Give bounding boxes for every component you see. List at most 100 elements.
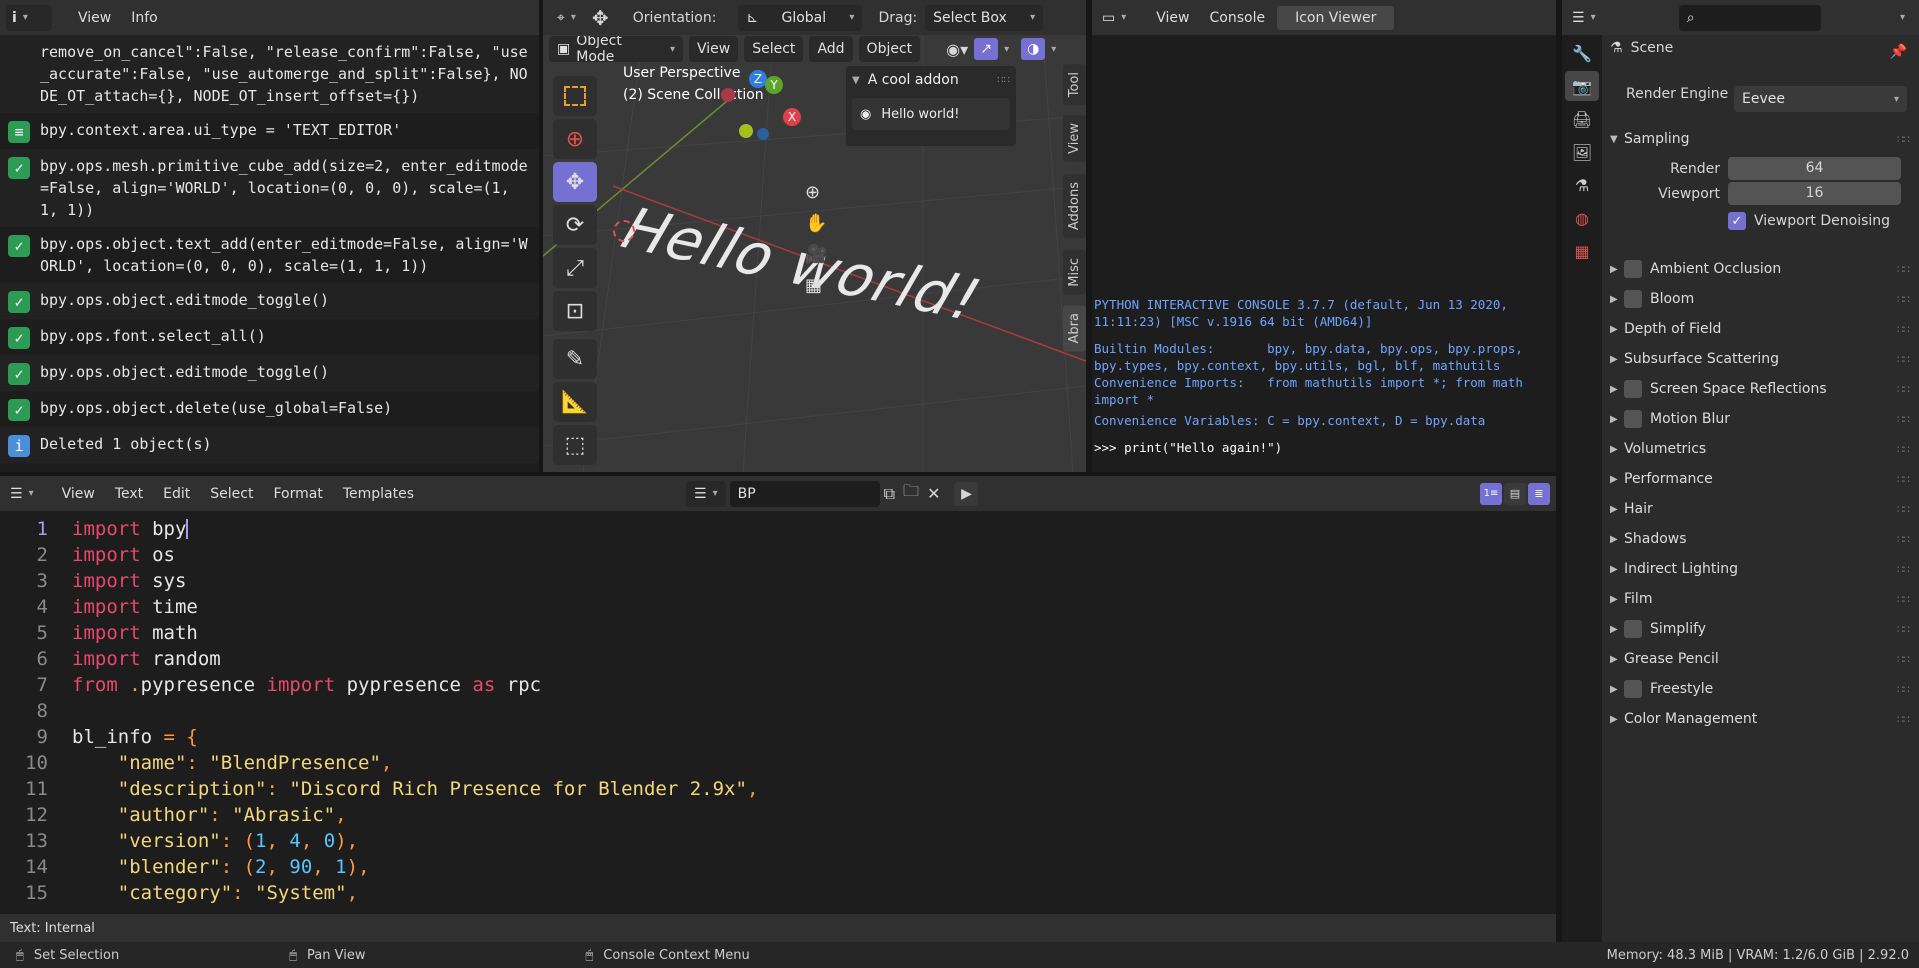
panel-header[interactable]: ▶ Volumetrics ∷∷ bbox=[1610, 434, 1919, 464]
code-line[interactable]: 16} bbox=[0, 906, 1556, 908]
editor-type-viewport-button[interactable]: ⌖ ▾ bbox=[549, 5, 584, 31]
code-line[interactable]: 11 "description": "Discord Rich Presence… bbox=[0, 776, 1556, 802]
info-entry[interactable]: ✓ bpy.ops.object.editmode_toggle() bbox=[0, 355, 539, 391]
annotate-tool[interactable]: ✎ bbox=[553, 339, 597, 379]
code-line[interactable]: 1 import bpy bbox=[0, 516, 1556, 542]
filter-dropdown[interactable]: ▾ bbox=[1900, 12, 1905, 23]
checkbox-unchecked-icon[interactable] bbox=[1624, 620, 1642, 638]
info-entry[interactable]: ✓ bpy.ops.object.text_add(enter_editmode=… bbox=[0, 227, 539, 283]
panel-header[interactable]: ▶ Motion Blur ∷∷ bbox=[1610, 404, 1919, 434]
menu-view[interactable]: View bbox=[54, 482, 103, 506]
drag-handle-icon[interactable]: ∷∷ bbox=[1897, 593, 1910, 606]
tool-tab[interactable]: 🔧 bbox=[1565, 38, 1599, 68]
transform-tool[interactable]: ⊡ bbox=[553, 291, 597, 331]
panel-header[interactable]: ▶ Color Management ∷∷ bbox=[1610, 704, 1919, 734]
drag-handle-icon[interactable]: ∷∷ bbox=[1897, 473, 1910, 486]
text-editor[interactable]: ☰ ▾ View Text Edit Select Format Template… bbox=[0, 476, 1556, 942]
grid-perspective-icon[interactable]: ▦ bbox=[805, 275, 827, 296]
menu-info[interactable]: Info bbox=[123, 6, 166, 30]
cursor-tool[interactable]: ⊕ bbox=[553, 119, 597, 159]
hello-world-button[interactable]: ◉ Hello world! bbox=[852, 98, 1010, 130]
menu-object[interactable]: Object bbox=[858, 36, 921, 62]
drag-handle-icon[interactable]: ∷∷ bbox=[1897, 293, 1910, 306]
gizmo-neg-z[interactable] bbox=[757, 128, 769, 140]
drag-handle-icon[interactable]: ∷∷ bbox=[1897, 263, 1910, 276]
add-cube-tool[interactable]: ⬚ bbox=[553, 425, 597, 465]
close-icon[interactable]: ✕ bbox=[927, 484, 940, 503]
line-numbers-icon[interactable]: 1≡ bbox=[1480, 482, 1502, 505]
pan-hand-icon[interactable]: ✋ bbox=[805, 213, 827, 234]
navigation-gizmo[interactable]: Z Y X bbox=[721, 68, 823, 168]
code-line[interactable]: 10 "name": "BlendPresence", bbox=[0, 750, 1556, 776]
menu-select[interactable]: Select bbox=[744, 36, 804, 62]
panel-header[interactable]: ▶ Hair ∷∷ bbox=[1610, 494, 1919, 524]
render-samples-field[interactable]: 64 bbox=[1728, 157, 1901, 180]
tab-view[interactable]: View bbox=[1062, 115, 1086, 163]
code-line[interactable]: 6 import random bbox=[0, 646, 1556, 672]
rotate-tool[interactable]: ⟳ bbox=[553, 205, 597, 245]
drag-handle-icon[interactable]: ∷∷ bbox=[1897, 133, 1910, 146]
menu-view[interactable]: View bbox=[689, 36, 739, 62]
editor-type-console-button[interactable]: ▭ ▾ bbox=[1098, 5, 1130, 31]
gizmo-y[interactable]: Y bbox=[765, 76, 783, 94]
drag-handle-icon[interactable]: ∷∷ bbox=[1897, 563, 1910, 576]
addon-panel-header[interactable]: ▼ A cool addon ∷∷ bbox=[846, 66, 1016, 94]
python-console[interactable]: ▭ ▾ View Console Icon Viewer PYTHON INTER… bbox=[1092, 0, 1556, 472]
open-folder-icon[interactable]: 🗀 bbox=[903, 480, 919, 507]
render-tab[interactable]: 📷 bbox=[1565, 71, 1599, 101]
texture-tab[interactable]: ▦ bbox=[1565, 236, 1599, 266]
camera-icon[interactable]: 🎥 bbox=[805, 244, 827, 265]
code-line[interactable]: 14 "blender": (2, 90, 1), bbox=[0, 854, 1556, 880]
panel-header[interactable]: ▶ Indirect Lighting ∷∷ bbox=[1610, 554, 1919, 584]
zoom-icon[interactable]: ⊕ bbox=[805, 182, 827, 203]
viewport-canvas[interactable]: Hello world! ▣ Object Mode ▾ View Select A… bbox=[543, 36, 1086, 472]
select-box-tool[interactable] bbox=[553, 76, 597, 116]
menu-edit[interactable]: Edit bbox=[155, 482, 198, 506]
overlay-toggle-icon[interactable]: ◑ bbox=[1021, 38, 1046, 60]
code-line[interactable]: 12 "author": "Abrasic", bbox=[0, 802, 1556, 828]
code-line[interactable]: 2 import os bbox=[0, 542, 1556, 568]
render-engine-dropdown[interactable]: Eevee ▾ bbox=[1734, 86, 1907, 112]
measure-tool[interactable]: 📐 bbox=[553, 382, 597, 422]
code-line[interactable]: 5 import math bbox=[0, 620, 1556, 646]
info-entry[interactable]: ✓ bpy.ops.object.delete(use_global=False) bbox=[0, 391, 539, 427]
menu-templates[interactable]: Templates bbox=[335, 482, 422, 506]
info-entry[interactable]: ✓ bpy.ops.object.editmode_toggle() bbox=[0, 283, 539, 319]
drag-handle-icon[interactable]: ∷∷ bbox=[1897, 413, 1910, 426]
text-name-field[interactable]: BP bbox=[729, 480, 880, 507]
menu-text[interactable]: Text bbox=[107, 482, 151, 506]
info-entry[interactable]: ≡ bpy.context.area.ui_type = 'TEXT_EDITOR… bbox=[0, 113, 539, 149]
info-entry[interactable]: ✓ bpy.ops.mesh.primitive_cube_add(size=2,… bbox=[0, 149, 539, 227]
menu-view[interactable]: View bbox=[70, 6, 119, 30]
drag-handle-icon[interactable]: ∷∷ bbox=[1897, 503, 1910, 516]
code-area[interactable]: 1 import bpy 2 import os 3 import sys 4 import … bbox=[0, 511, 1556, 908]
move-tool[interactable]: ✥ bbox=[553, 162, 597, 202]
drag-handle-icon[interactable]: ∷∷ bbox=[1897, 683, 1910, 696]
drag-handle-icon[interactable]: ∷∷ bbox=[1897, 653, 1910, 666]
drag-handle-icon[interactable]: ∷∷ bbox=[1897, 323, 1910, 336]
menu-add[interactable]: Add bbox=[809, 36, 853, 62]
code-line[interactable]: 13 "version": (1, 4, 0), bbox=[0, 828, 1556, 854]
gizmo-neg-x[interactable] bbox=[721, 88, 735, 102]
panel-header[interactable]: ▶ Simplify ∷∷ bbox=[1610, 614, 1919, 644]
info-entry[interactable]: remove_on_cancel":False, "release_confir… bbox=[0, 35, 539, 113]
checkbox-unchecked-icon[interactable] bbox=[1624, 380, 1642, 398]
output-tab[interactable]: 🖨 bbox=[1565, 104, 1599, 134]
panel-header[interactable]: ▶ Grease Pencil ∷∷ bbox=[1610, 644, 1919, 674]
panel-header[interactable]: ▶ Film ∷∷ bbox=[1610, 584, 1919, 614]
code-line[interactable]: 7 from . pypresence import pypresence as r… bbox=[0, 672, 1556, 698]
viewport-denoising-row[interactable]: ✓ Viewport Denoising bbox=[1610, 206, 1919, 236]
drag-handle-icon[interactable]: ∷∷ bbox=[1897, 623, 1910, 636]
panel-header[interactable]: ▶ Screen Space Reflections ∷∷ bbox=[1610, 374, 1919, 404]
tab-misc[interactable]: Misc bbox=[1062, 250, 1086, 296]
tab-abra[interactable]: Abra bbox=[1062, 305, 1086, 352]
checkbox-checked-icon[interactable]: ✓ bbox=[1728, 212, 1746, 230]
gizmo-x[interactable]: X bbox=[783, 108, 801, 126]
duplicate-text-icon[interactable]: ⧉ bbox=[884, 484, 895, 504]
code-line[interactable]: 3 import sys bbox=[0, 568, 1556, 594]
tab-tool[interactable]: Tool bbox=[1062, 64, 1086, 106]
3d-viewport[interactable]: ⌖ ▾ ✥ Orientation: ⊾ Global ▾ Drag: Select … bbox=[543, 0, 1086, 472]
gizmo-neg-y[interactable] bbox=[739, 124, 753, 138]
mode-dropdown[interactable]: ▣ Object Mode ▾ bbox=[549, 36, 683, 65]
code-line[interactable]: 15 "category": "System", bbox=[0, 880, 1556, 906]
